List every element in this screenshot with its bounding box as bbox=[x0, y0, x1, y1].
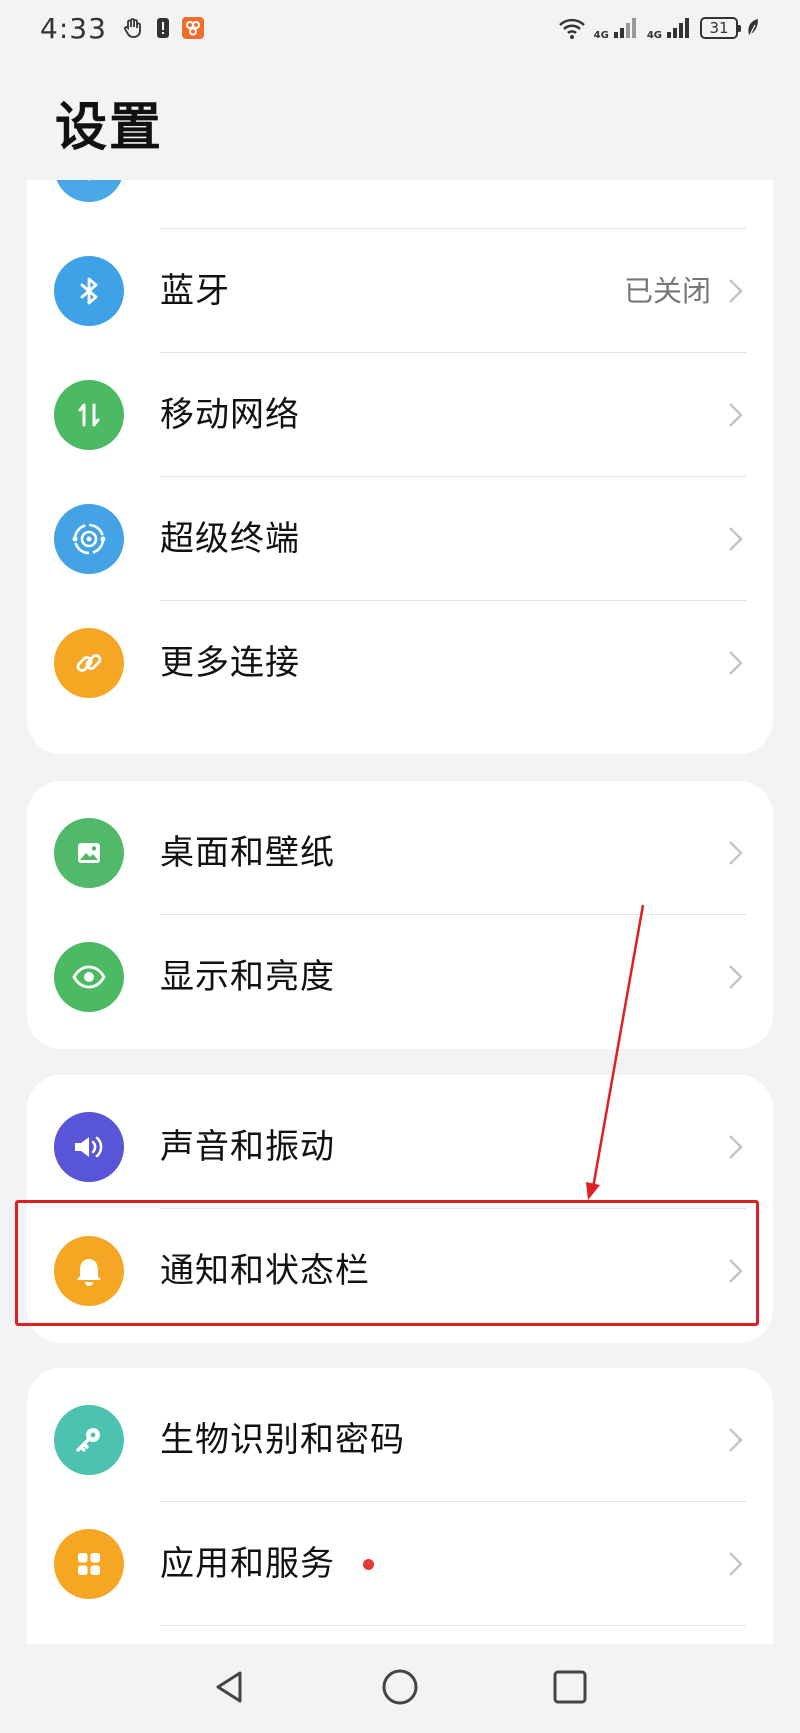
alert-icon bbox=[155, 16, 171, 40]
network-type-label: 4G bbox=[646, 29, 662, 41]
settings-item-more-connections[interactable]: 更多连接 bbox=[27, 601, 773, 725]
settings-item-label: 超级终端 bbox=[160, 519, 300, 559]
sound-icon bbox=[54, 1112, 124, 1182]
settings-item-label: WLAN bbox=[160, 180, 266, 229]
wallpaper-icon bbox=[54, 818, 124, 888]
home-icon[interactable] bbox=[375, 1662, 425, 1712]
page-title: 设置 bbox=[55, 98, 164, 158]
settings-item-label: 应用和服务 bbox=[160, 1544, 335, 1584]
signal-icon bbox=[666, 16, 692, 40]
chevron-right-icon bbox=[729, 841, 743, 865]
hand-icon bbox=[121, 16, 145, 40]
settings-item-wlan[interactable]: WLAN CMCC-67RH bbox=[27, 180, 773, 229]
settings-item-label: 桌面和壁纸 bbox=[160, 833, 335, 873]
divider bbox=[160, 1625, 746, 1626]
settings-item-sound-vibration[interactable]: 声音和振动 bbox=[27, 1085, 773, 1209]
settings-list[interactable]: WLAN CMCC-67RH 蓝牙 已关闭 移动网络 bbox=[0, 180, 800, 1644]
chevron-right-icon bbox=[729, 403, 743, 427]
settings-card-display: 桌面和壁纸 显示和亮度 bbox=[27, 781, 773, 1049]
app-badge-icon bbox=[181, 16, 205, 40]
settings-item-label: 蓝牙 bbox=[160, 271, 230, 311]
network-type-label: 4G bbox=[593, 29, 609, 41]
settings-item-mobile-network[interactable]: 移动网络 bbox=[27, 353, 773, 477]
status-right-icons: 4G 4G 31 bbox=[558, 16, 760, 41]
settings-item-label: 更多连接 bbox=[160, 643, 300, 683]
chevron-right-icon bbox=[729, 1135, 743, 1159]
chevron-right-icon bbox=[729, 1428, 743, 1452]
status-bar: 4:33 4G 4G 31 bbox=[0, 0, 800, 56]
wifi-icon bbox=[54, 180, 124, 202]
settings-item-label: 显示和亮度 bbox=[160, 957, 335, 997]
settings-item-display-brightness[interactable]: 显示和亮度 bbox=[27, 915, 773, 1039]
annotation-highlight-box bbox=[15, 1200, 759, 1326]
settings-item-label: 声音和振动 bbox=[160, 1127, 335, 1167]
link-icon bbox=[54, 628, 124, 698]
settings-item-value: CMCC-67RH bbox=[536, 180, 711, 229]
battery-indicator: 31 bbox=[700, 17, 741, 39]
wifi-status-icon bbox=[558, 16, 586, 40]
settings-item-apps-services[interactable]: 应用和服务 bbox=[27, 1502, 773, 1626]
apps-icon bbox=[54, 1529, 124, 1599]
chevron-right-icon bbox=[729, 527, 743, 551]
settings-item-label: 移动网络 bbox=[160, 395, 300, 435]
recents-icon[interactable] bbox=[545, 1662, 595, 1712]
navigation-bar bbox=[0, 1644, 800, 1733]
settings-card-security: 生物识别和密码 应用和服务 bbox=[27, 1368, 773, 1644]
settings-card-connectivity: WLAN CMCC-67RH 蓝牙 已关闭 移动网络 bbox=[27, 180, 773, 754]
chevron-right-icon bbox=[729, 965, 743, 989]
settings-item-label: 生物识别和密码 bbox=[160, 1420, 405, 1460]
settings-item-value: 已关闭 bbox=[623, 274, 711, 308]
settings-item-wallpaper[interactable]: 桌面和壁纸 bbox=[27, 791, 773, 915]
settings-item-super-device[interactable]: 超级终端 bbox=[27, 477, 773, 601]
chevron-right-icon bbox=[729, 279, 743, 303]
back-icon[interactable] bbox=[205, 1662, 255, 1712]
settings-item-bluetooth[interactable]: 蓝牙 已关闭 bbox=[27, 229, 773, 353]
new-badge-dot bbox=[363, 1559, 374, 1570]
settings-item-biometrics[interactable]: 生物识别和密码 bbox=[27, 1378, 773, 1502]
chevron-right-icon bbox=[729, 651, 743, 675]
chevron-right-icon bbox=[729, 1552, 743, 1576]
eye-icon bbox=[54, 942, 124, 1012]
chevron-right-icon bbox=[727, 180, 745, 181]
status-time: 4:33 bbox=[40, 11, 107, 45]
mobile-data-icon bbox=[54, 380, 124, 450]
super-device-icon bbox=[54, 504, 124, 574]
status-left-icons bbox=[121, 16, 205, 40]
bluetooth-icon bbox=[54, 256, 124, 326]
signal-icon bbox=[613, 16, 639, 40]
key-icon bbox=[54, 1405, 124, 1475]
leaf-icon bbox=[746, 16, 760, 40]
